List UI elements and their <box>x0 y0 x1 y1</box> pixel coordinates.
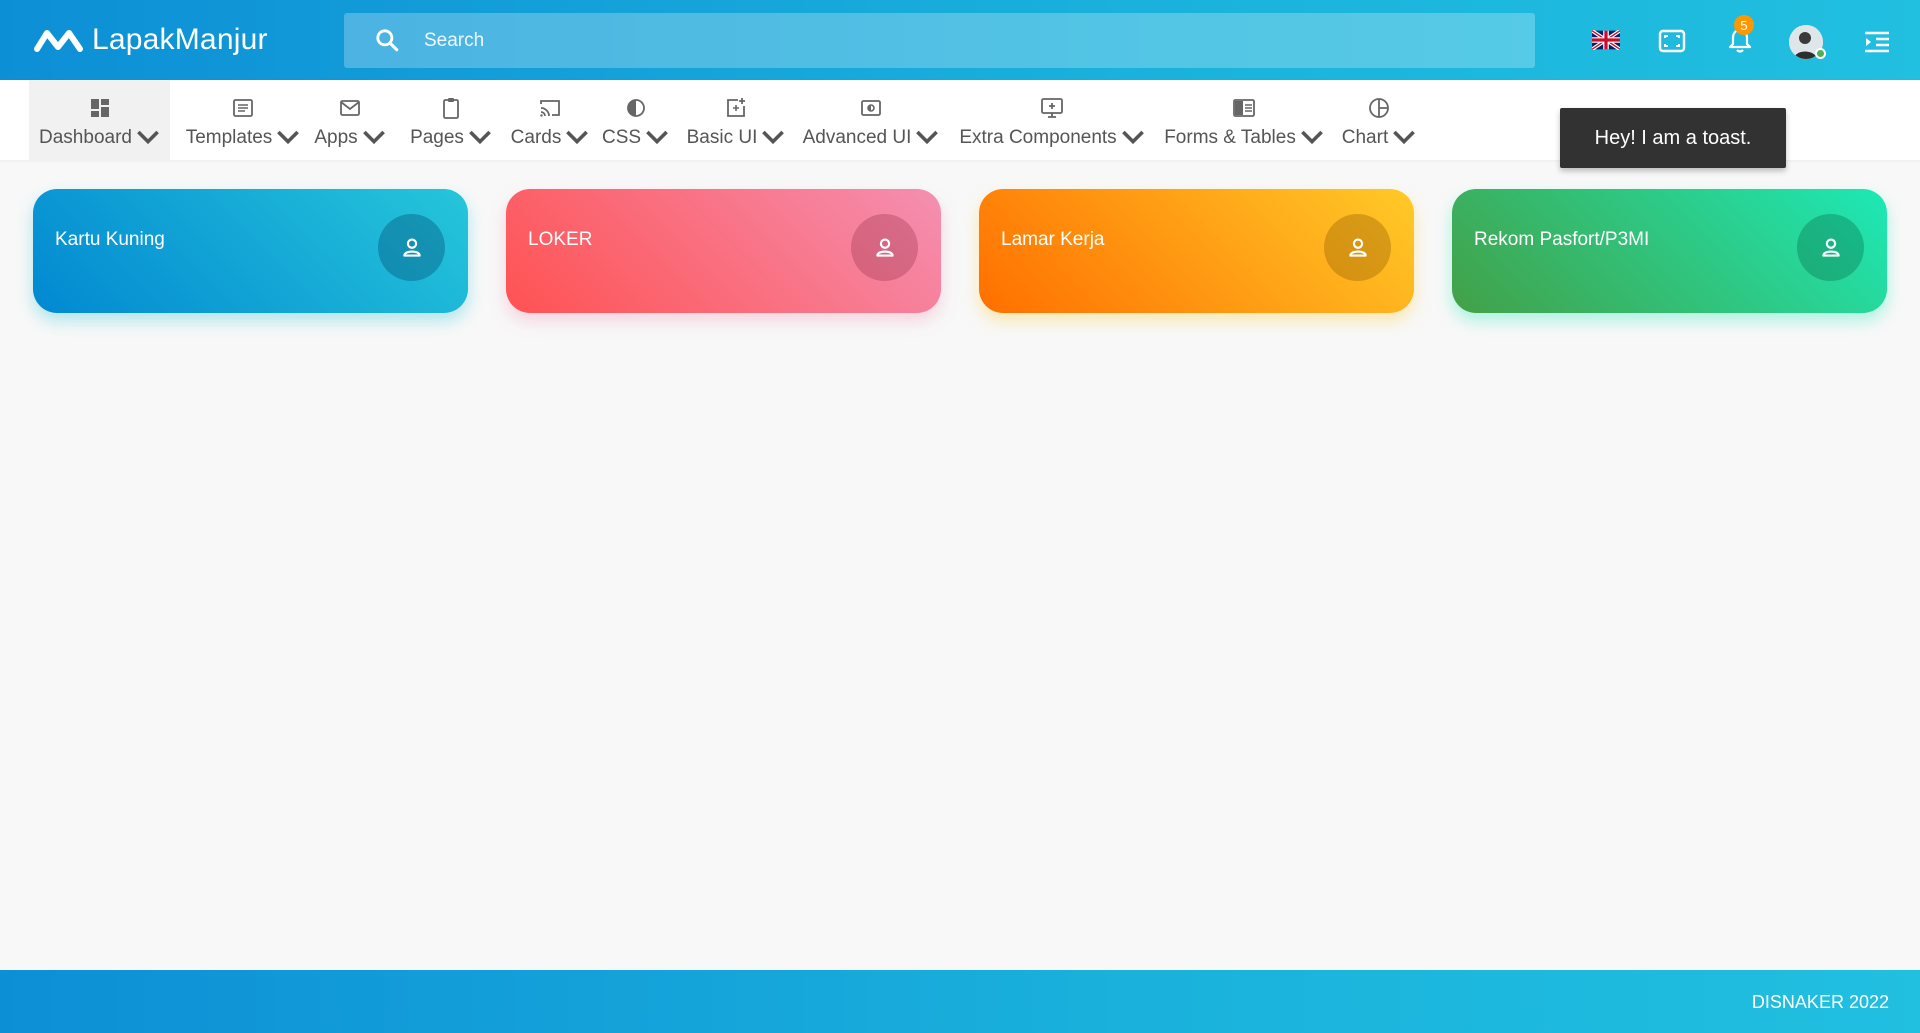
nav-item-basic-ui[interactable]: Basic UI <box>686 80 785 160</box>
search-icon[interactable] <box>374 27 400 53</box>
add-box-icon <box>727 98 745 117</box>
cast-icon <box>540 100 560 117</box>
person-icon <box>1821 237 1840 257</box>
chevron-down-icon <box>566 130 589 145</box>
brand-logo-link[interactable]: LapakManjur <box>34 22 268 58</box>
nav-item-extra-components[interactable]: Extra Components <box>959 80 1144 160</box>
footer: DISNAKER 2022 <box>0 970 1920 1033</box>
nav-label: Basic UI <box>686 127 758 148</box>
nav-label: Forms & Tables <box>1164 127 1296 148</box>
person-icon <box>402 237 421 257</box>
clipboard-icon <box>443 98 459 119</box>
person-icon <box>1348 237 1367 257</box>
menu-toggle-icon[interactable] <box>1862 27 1892 57</box>
chevron-down-icon <box>277 130 300 145</box>
chevron-down-icon <box>1300 130 1323 145</box>
nav-item-dashboard[interactable]: Dashboard <box>29 80 170 160</box>
nav-item-forms-tables[interactable]: Forms & Tables <box>1164 80 1323 160</box>
notification-badge: 5 <box>1734 15 1754 35</box>
card-icon-circle <box>851 214 918 281</box>
templates-icon <box>233 99 253 117</box>
nav-label: Extra Components <box>959 127 1117 148</box>
slider-icon <box>861 100 881 116</box>
chevron-down-icon <box>137 130 159 145</box>
nav-item-advanced-ui[interactable]: Advanced UI <box>802 80 939 160</box>
dashboard-icon <box>90 99 109 117</box>
mail-icon <box>340 100 360 116</box>
chevron-down-icon <box>469 130 491 145</box>
card-kartu-kuning[interactable]: Kartu Kuning <box>33 189 468 313</box>
nav-label: Apps <box>314 127 358 148</box>
monitor-plus-icon <box>1041 98 1063 118</box>
person-icon <box>875 237 894 257</box>
pie-chart-icon <box>1369 98 1389 118</box>
logo-icon <box>34 30 83 52</box>
chevron-down-icon <box>762 130 785 145</box>
toast-text: Hey! I am a toast. <box>1594 126 1752 149</box>
nav-item-chart[interactable]: Chart <box>1341 80 1416 160</box>
nav-label: Cards <box>510 127 562 148</box>
card-lamar-kerja[interactable]: Lamar Kerja <box>979 189 1414 313</box>
nav-label: Chart <box>1341 127 1389 148</box>
nav-item-apps[interactable]: Apps <box>314 80 385 160</box>
contrast-icon <box>626 99 645 117</box>
nav-label: Dashboard <box>39 127 132 148</box>
chevron-down-icon <box>646 130 668 145</box>
nav-item-templates[interactable]: Templates <box>186 80 300 160</box>
card-rekom-pasfort[interactable]: Rekom Pasfort/P3MI <box>1452 189 1887 313</box>
card-title: Rekom Pasfort/P3MI <box>1474 229 1650 250</box>
chevron-down-icon <box>362 130 385 145</box>
online-status-dot <box>1815 48 1826 59</box>
chevron-down-icon <box>1121 130 1144 145</box>
search-bar <box>344 13 1535 68</box>
footer-copyright: DISNAKER 2022 <box>1751 992 1889 1012</box>
card-icon-circle <box>1797 214 1864 281</box>
fullscreen-icon[interactable] <box>1657 26 1687 56</box>
nav-label: Templates <box>185 127 273 148</box>
card-loker[interactable]: LOKER <box>506 189 941 313</box>
card-icon-circle <box>1324 214 1391 281</box>
chrome-reader-icon <box>1233 99 1255 117</box>
chevron-down-icon <box>916 130 939 145</box>
search-input[interactable] <box>424 13 1514 68</box>
nav-label: Pages <box>410 127 464 148</box>
chevron-down-icon <box>1393 130 1416 145</box>
toast-notification: Hey! I am a toast. <box>1560 108 1786 168</box>
nav-item-cards[interactable]: Cards <box>510 80 589 160</box>
top-header: LapakManjur 5 <box>0 0 1920 80</box>
brand-name: LapakManjur <box>92 23 268 56</box>
nav-label: Advanced UI <box>802 127 912 148</box>
nav-label: CSS <box>601 127 642 148</box>
card-title: LOKER <box>528 229 593 250</box>
card-icon-circle <box>378 214 445 281</box>
flag-uk-icon[interactable] <box>1592 30 1620 50</box>
card-title: Kartu Kuning <box>55 229 165 250</box>
nav-item-pages[interactable]: Pages <box>410 80 491 160</box>
nav-item-css[interactable]: CSS <box>602 80 668 160</box>
card-title: Lamar Kerja <box>1001 229 1105 250</box>
